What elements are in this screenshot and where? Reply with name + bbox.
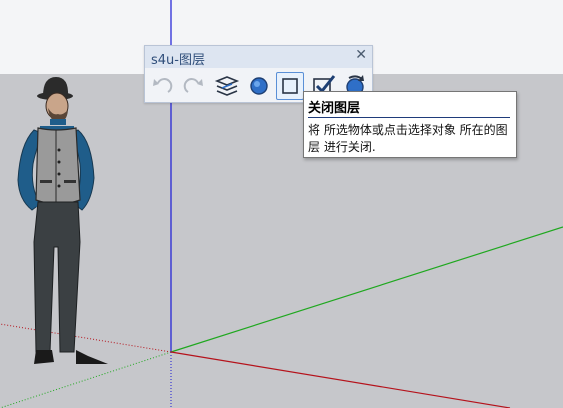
layers-button[interactable] [213, 72, 241, 100]
redo-icon [183, 78, 203, 93]
layers-icon [214, 76, 240, 96]
tooltip: 关闭图层 将 所选物体或点击选择对象 所在的图层 进行关闭. [303, 91, 517, 158]
green-axis-positive [170, 226, 563, 353]
undo-icon [153, 78, 173, 93]
toolbar-title: s4u-图层 [151, 53, 205, 68]
red-axis-positive [170, 351, 511, 408]
redo-button[interactable] [179, 72, 207, 100]
layer-on-icon [250, 77, 268, 95]
person-figure [17, 77, 108, 364]
tooltip-title: 关闭图层 [308, 101, 361, 116]
close-icon[interactable]: ✕ [355, 47, 367, 63]
tooltip-description: 将 所选物体或点击选择对象 所在的图层 进行关闭. [308, 123, 508, 154]
layer-off-button[interactable] [276, 72, 304, 100]
toolbar-titlebar[interactable]: s4u-图层 ✕ [145, 46, 372, 68]
layer-off-icon [282, 78, 298, 94]
undo-button[interactable] [149, 72, 177, 100]
tooltip-divider [308, 117, 510, 118]
layer-on-button[interactable] [245, 72, 273, 100]
